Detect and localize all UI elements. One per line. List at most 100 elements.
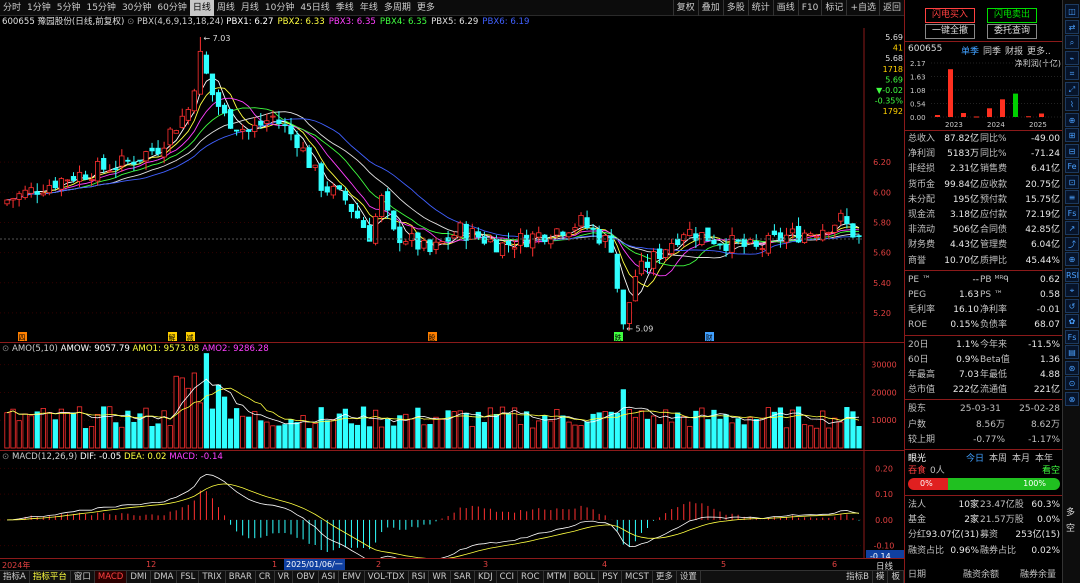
- candle-body: [10, 198, 16, 201]
- row-value: 0.58: [1039, 290, 1060, 300]
- side-tool-icon[interactable]: RSI: [1065, 267, 1079, 282]
- side-tool-icon[interactable]: ⌖: [1065, 283, 1079, 297]
- indicator-tab[interactable]: KDJ: [475, 571, 497, 583]
- side-tool-icon[interactable]: ⊕: [1065, 112, 1079, 127]
- side-tool-icon[interactable]: ≡: [1065, 190, 1079, 204]
- indicator-tab[interactable]: VOL-TDX: [365, 571, 409, 583]
- side-tool-icon[interactable]: ▤: [1065, 345, 1079, 359]
- indicator-tab[interactable]: OBV: [293, 571, 319, 583]
- volume-bar: [34, 411, 40, 449]
- period-tab[interactable]: 1分钟: [24, 0, 54, 16]
- indicator-tab[interactable]: FSL: [177, 571, 200, 583]
- toolbar-action[interactable]: 返回: [878, 0, 904, 16]
- period-tab[interactable]: 月线: [238, 0, 262, 16]
- period-tab[interactable]: 30分钟: [119, 0, 154, 16]
- side-tool-icon[interactable]: ↺: [1065, 298, 1079, 313]
- indicator-tab[interactable]: MTM: [544, 571, 571, 583]
- indicator-tab[interactable]: MACD: [94, 571, 128, 583]
- side-tool-icon[interactable]: ⊗: [1065, 391, 1079, 406]
- side-tool-icon[interactable]: ⇄: [1065, 19, 1079, 34]
- indicator-tab-b[interactable]: 板: [888, 571, 904, 583]
- period-tab[interactable]: 分时: [0, 0, 24, 16]
- period-tab[interactable]: 5分钟: [54, 0, 84, 16]
- toolbar-action[interactable]: +自选: [846, 0, 879, 16]
- period-tab[interactable]: 15分钟: [83, 0, 118, 16]
- period-tab[interactable]: 45日线: [297, 0, 332, 16]
- indicator-tab[interactable]: WR: [429, 571, 451, 583]
- toolbar-action[interactable]: 统计: [747, 0, 773, 16]
- indicator-tab-b[interactable]: 模: [873, 571, 889, 583]
- period-tab[interactable]: 多周期: [381, 0, 414, 16]
- toolbar-action[interactable]: 叠加: [697, 0, 723, 16]
- side-tool-icon[interactable]: ⌕: [1065, 35, 1079, 49]
- side-tool-icon[interactable]: ⊕: [1065, 252, 1079, 266]
- side-tool-icon[interactable]: Fs: [1065, 329, 1079, 344]
- side-tool-icon[interactable]: ✿: [1065, 314, 1079, 328]
- side-tool-icon[interactable]: ⤴: [1065, 236, 1079, 251]
- row-value: 16.10: [953, 305, 979, 316]
- indicator-tab[interactable]: 更多: [653, 571, 677, 583]
- period-tab[interactable]: 60分钟: [154, 0, 189, 16]
- period-tab[interactable]: 年线: [357, 0, 381, 16]
- indicator-tab[interactable]: ROC: [518, 571, 544, 583]
- indicator-tab[interactable]: MCST: [622, 571, 653, 583]
- flash-sell-button[interactable]: 闪电卖出: [987, 8, 1037, 23]
- period-tab[interactable]: 更多: [414, 0, 438, 16]
- indicator-tab[interactable]: RSI: [409, 571, 430, 583]
- indicator-tab[interactable]: 窗口: [71, 571, 95, 583]
- toolbar-action[interactable]: 复权: [672, 0, 698, 16]
- indicator-tab[interactable]: ASI: [319, 571, 340, 583]
- side-tool-icon[interactable]: ⊡: [1065, 174, 1079, 189]
- period-tab[interactable]: 10分钟: [262, 0, 297, 16]
- indicator-tab[interactable]: DMA: [151, 571, 178, 583]
- side-tool-icon[interactable]: ⤢: [1065, 81, 1079, 96]
- side-tool-icon[interactable]: ↗: [1065, 221, 1079, 235]
- indicator-tab[interactable]: CCI: [497, 571, 519, 583]
- indicator-tab-b[interactable]: 指标B: [843, 571, 873, 583]
- indicator-tab[interactable]: BRAR: [226, 571, 256, 583]
- indicator-tab[interactable]: EMV: [339, 571, 365, 583]
- side-tool-icon[interactable]: ⌇: [1065, 97, 1079, 111]
- indicator-tab[interactable]: VR: [275, 571, 294, 583]
- cancel-all-button[interactable]: 一键全撤: [925, 24, 975, 39]
- indicator-tab[interactable]: 设置: [677, 571, 701, 583]
- indicator-tab[interactable]: TRIX: [199, 571, 226, 583]
- order-query-button[interactable]: 委托查询: [987, 24, 1037, 39]
- side-label[interactable]: 多: [1066, 505, 1075, 518]
- indicator-tab[interactable]: PSY: [599, 571, 622, 583]
- candle-body: [179, 115, 185, 128]
- profit-bar: [1013, 93, 1018, 117]
- toolbar-action[interactable]: 标记: [821, 0, 846, 16]
- period-tab[interactable]: 季线: [333, 0, 357, 16]
- info-row: 年最高 7.03 年最低 4.88: [908, 368, 1063, 383]
- side-tool-icon[interactable]: Fs: [1065, 205, 1079, 220]
- side-tool-icon[interactable]: ⊞: [1065, 128, 1079, 142]
- side-tool-icon[interactable]: ⊙: [1065, 376, 1079, 390]
- period-tab[interactable]: 日线: [189, 0, 214, 16]
- side-tool-icon[interactable]: ⌁: [1065, 50, 1079, 65]
- indicator-tab[interactable]: 指标平台: [30, 571, 71, 583]
- toolbar-action[interactable]: F10: [797, 0, 822, 16]
- pbx-value: PBX1: 6.27: [226, 17, 274, 27]
- indicator-tab[interactable]: DMI: [127, 571, 151, 583]
- chart-area[interactable]: 6.20 6.00 5.80 5.60 5.40 5.20 ← 7.03 ← 5.09 5.69…: [0, 28, 904, 558]
- info-row: 毛利率 16.10 净利率 -0.01: [908, 303, 1063, 318]
- candle-body: [832, 224, 838, 233]
- indicator-tab[interactable]: CR: [256, 571, 275, 583]
- period-tab[interactable]: 周线: [214, 0, 238, 16]
- indicator-tab[interactable]: 指标A: [0, 571, 30, 583]
- pbx-params: PBX(4,6,9,13,18,24): [137, 17, 224, 27]
- side-tool-icon[interactable]: ⊛: [1065, 360, 1079, 375]
- indicator-tab[interactable]: SAR: [451, 571, 475, 583]
- volume-bar: [46, 412, 52, 449]
- flash-buy-button[interactable]: 闪电买入: [925, 8, 975, 23]
- toolbar-action[interactable]: 画线: [772, 0, 798, 16]
- side-tool-icon[interactable]: Fe: [1065, 159, 1079, 173]
- side-tool-icon[interactable]: ⌗: [1065, 66, 1079, 80]
- indicator-tab[interactable]: BOLL: [570, 571, 600, 583]
- toolbar-action[interactable]: 多股: [722, 0, 748, 16]
- side-tool-icon[interactable]: ◫: [1065, 4, 1079, 18]
- side-label[interactable]: 空: [1066, 521, 1075, 534]
- side-tool-icon[interactable]: ⊟: [1065, 143, 1079, 158]
- row-label: 净利润: [908, 149, 936, 160]
